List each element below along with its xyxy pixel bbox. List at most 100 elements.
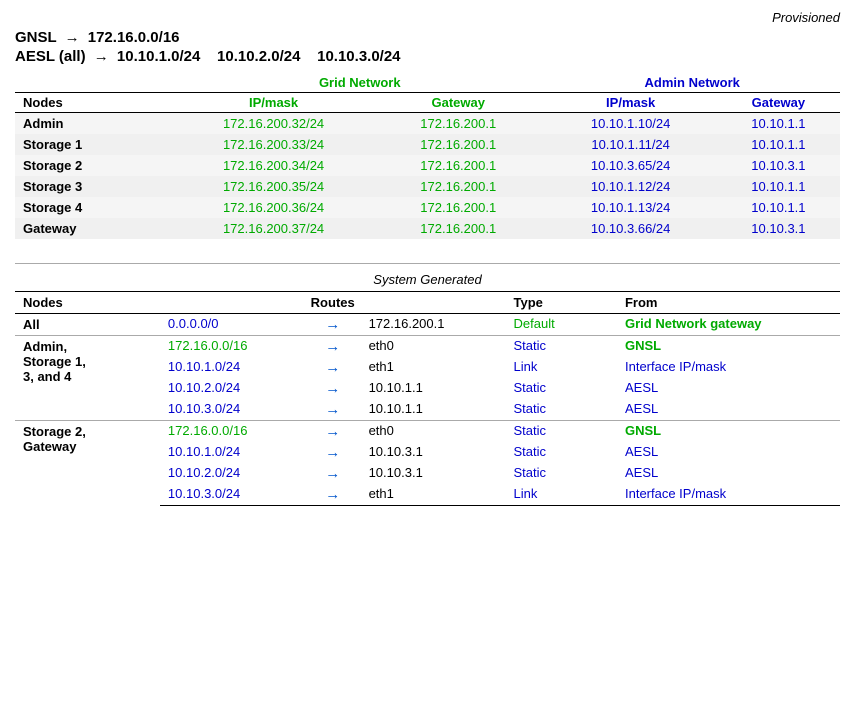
- admin-gw: 10.10.3.1: [717, 218, 840, 239]
- separator-line: [15, 263, 840, 264]
- col-grid-ip: IP/mask: [175, 93, 372, 113]
- table-row: Admin 172.16.200.32/24 172.16.200.1 10.1…: [15, 113, 840, 135]
- route-from: Grid Network gateway: [617, 314, 840, 336]
- grid-ip: 172.16.200.33/24: [175, 134, 372, 155]
- grid-gw: 172.16.200.1: [372, 218, 544, 239]
- route-ip: 10.10.2.0/24: [160, 463, 305, 484]
- route-type: Static: [506, 336, 617, 358]
- grid-gw: 172.16.200.1: [372, 176, 544, 197]
- aesl-value-3: 10.10.3.0/24: [317, 48, 400, 65]
- route-type: Default: [506, 314, 617, 336]
- section-nodes: All: [15, 314, 160, 336]
- route-type: Static: [506, 399, 617, 421]
- table-row: Gateway 172.16.200.37/24 172.16.200.1 10…: [15, 218, 840, 239]
- grid-network-header: Grid Network: [175, 73, 544, 93]
- route-dest: 10.10.3.1: [361, 442, 506, 463]
- provisioned-label: Provisioned: [15, 10, 840, 25]
- aesl-label: AESL (all): [15, 48, 86, 65]
- route-dest: 10.10.1.1: [361, 378, 506, 399]
- route-ip: 0.0.0.0/0: [160, 314, 305, 336]
- admin-ip: 10.10.3.65/24: [544, 155, 716, 176]
- grid-ip: 172.16.200.37/24: [175, 218, 372, 239]
- admin-gw: 10.10.3.1: [717, 155, 840, 176]
- route-dest: 172.16.200.1: [361, 314, 506, 336]
- route-arrow: →: [305, 314, 361, 336]
- aesl-value-2: 10.10.2.0/24: [217, 48, 300, 65]
- route-ip: 172.16.0.0/16: [160, 421, 305, 443]
- route-from: GNSL: [617, 421, 840, 443]
- col-from: From: [617, 292, 840, 314]
- admin-gw: 10.10.1.1: [717, 134, 840, 155]
- grid-ip: 172.16.200.36/24: [175, 197, 372, 218]
- route-from: GNSL: [617, 336, 840, 358]
- admin-ip: 10.10.1.10/24: [544, 113, 716, 135]
- route-from: AESL: [617, 463, 840, 484]
- route-arrow: →: [305, 421, 361, 443]
- node-name: Storage 2: [15, 155, 175, 176]
- gnsl-line: GNSL → 172.16.0.0/16: [15, 29, 840, 46]
- node-name: Storage 1: [15, 134, 175, 155]
- route-arrow: →: [305, 378, 361, 399]
- node-name: Gateway: [15, 218, 175, 239]
- grid-gw: 172.16.200.1: [372, 197, 544, 218]
- aesl-line: AESL (all) → 10.10.1.0/24 10.10.2.0/24 1…: [15, 48, 840, 65]
- admin-ip: 10.10.1.11/24: [544, 134, 716, 155]
- admin-network-header: Admin Network: [544, 73, 840, 93]
- route-from: AESL: [617, 442, 840, 463]
- route-ip: 10.10.3.0/24: [160, 399, 305, 421]
- gnsl-value: 172.16.0.0/16: [88, 29, 180, 46]
- admin-gw: 10.10.1.1: [717, 176, 840, 197]
- column-header-row: Nodes IP/mask Gateway IP/mask Gateway: [15, 93, 840, 113]
- admin-ip: 10.10.3.66/24: [544, 218, 716, 239]
- route-arrow: →: [305, 357, 361, 378]
- grid-gw: 172.16.200.1: [372, 134, 544, 155]
- table-row: Storage 3 172.16.200.35/24 172.16.200.1 …: [15, 176, 840, 197]
- system-generated-label: System Generated: [15, 272, 840, 287]
- section-nodes: Admin,Storage 1,3, and 4: [15, 336, 160, 421]
- route-dest: eth1: [361, 357, 506, 378]
- network-table: Grid Network Admin Network Nodes IP/mask…: [15, 73, 840, 239]
- route-dest: eth1: [361, 484, 506, 506]
- route-type: Static: [506, 442, 617, 463]
- col-nodes-routes: Nodes: [15, 292, 160, 314]
- list-item: Admin,Storage 1,3, and 4 172.16.0.0/16 →…: [15, 336, 840, 358]
- route-ip: 10.10.2.0/24: [160, 378, 305, 399]
- gnsl-arrow: →: [65, 29, 80, 46]
- route-ip: 10.10.3.0/24: [160, 484, 305, 506]
- aesl-value-1: 10.10.1.0/24: [117, 48, 200, 65]
- admin-ip: 10.10.1.13/24: [544, 197, 716, 218]
- route-arrow: →: [305, 399, 361, 421]
- col-nodes: Nodes: [15, 93, 175, 113]
- node-name: Admin: [15, 113, 175, 135]
- route-dest: eth0: [361, 336, 506, 358]
- col-grid-gw: Gateway: [372, 93, 544, 113]
- route-from: Interface IP/mask: [617, 357, 840, 378]
- route-type: Static: [506, 463, 617, 484]
- route-type: Static: [506, 378, 617, 399]
- route-ip: 172.16.0.0/16: [160, 336, 305, 358]
- node-name: Storage 4: [15, 197, 175, 218]
- section-header-row: Grid Network Admin Network: [15, 73, 840, 93]
- list-item: All 0.0.0.0/0 → 172.16.200.1 Default Gri…: [15, 314, 840, 336]
- route-dest: eth0: [361, 421, 506, 443]
- grid-ip: 172.16.200.32/24: [175, 113, 372, 135]
- route-ip: 10.10.1.0/24: [160, 442, 305, 463]
- route-dest: 10.10.1.1: [361, 399, 506, 421]
- route-arrow: →: [305, 442, 361, 463]
- list-item: Storage 2,Gateway 172.16.0.0/16 → eth0 S…: [15, 421, 840, 443]
- grid-gw: 172.16.200.1: [372, 113, 544, 135]
- route-from: Interface IP/mask: [617, 484, 840, 506]
- admin-gw: 10.10.1.1: [717, 197, 840, 218]
- col-type: Type: [506, 292, 617, 314]
- col-admin-ip: IP/mask: [544, 93, 716, 113]
- admin-gw: 10.10.1.1: [717, 113, 840, 135]
- col-routes: Routes: [160, 292, 506, 314]
- table-row: Storage 2 172.16.200.34/24 172.16.200.1 …: [15, 155, 840, 176]
- route-from: AESL: [617, 378, 840, 399]
- table-row: Storage 1 172.16.200.33/24 172.16.200.1 …: [15, 134, 840, 155]
- gnsl-label: GNSL: [15, 29, 56, 46]
- grid-gw: 172.16.200.1: [372, 155, 544, 176]
- routes-column-header-row: Nodes Routes Type From: [15, 292, 840, 314]
- route-type: Link: [506, 484, 617, 506]
- route-type: Link: [506, 357, 617, 378]
